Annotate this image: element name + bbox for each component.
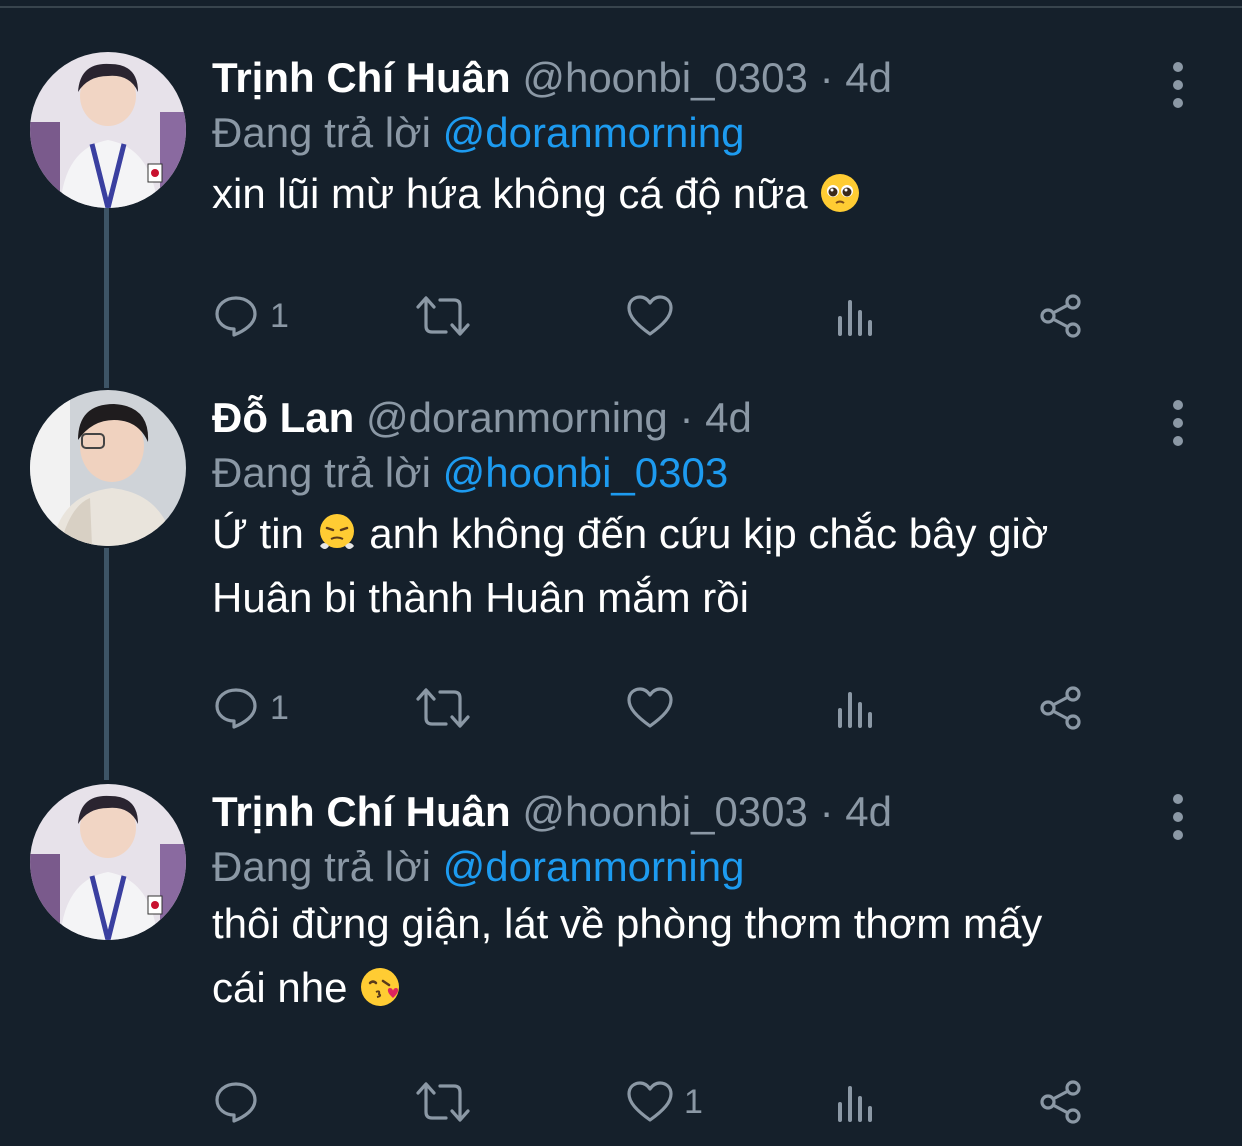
thread-connector [104, 548, 109, 780]
retweet-icon [416, 1082, 470, 1122]
tweet-text: xin lũi mừ hứa không cá độ nữa [212, 162, 1192, 226]
like-button[interactable] [626, 286, 684, 346]
share-icon [1040, 686, 1081, 730]
reply-icon [215, 688, 257, 729]
views-button[interactable] [834, 678, 878, 738]
timestamp[interactable]: 4d [845, 54, 892, 101]
retweet-button[interactable] [416, 678, 470, 738]
reply-button[interactable] [212, 1072, 270, 1132]
heart-icon [627, 295, 673, 336]
retweet-icon [416, 296, 470, 336]
retweet-icon [416, 688, 470, 728]
replying-to: Đang trả lời @hoonbi_0303 [212, 446, 1202, 500]
tweet-text: Ứ tin anh không đến cứu kịp chắc bây giờ… [212, 502, 1192, 630]
share-button[interactable] [1038, 678, 1084, 738]
top-divider [0, 0, 1242, 8]
tweet-actions: 1 [212, 678, 1112, 738]
reply-icon [215, 296, 257, 337]
display-name[interactable]: Đỗ Lan [212, 394, 354, 441]
display-name[interactable]: Trịnh Chí Huân [212, 788, 511, 835]
separator-dot: · [819, 788, 834, 835]
face-with-steam-emoji [319, 514, 354, 549]
heart-icon [627, 687, 673, 728]
thread-connector [104, 208, 109, 388]
tweet-text-line: Huân bi thành Huân mắm rồi [212, 574, 749, 621]
tweet-actions: 1 [212, 1072, 1112, 1132]
tweet-text-segment: anh không đến cứu kịp chắc bây giờ [369, 510, 1049, 557]
mention-link[interactable]: @doranmorning [443, 843, 745, 890]
tweet-header: Đỗ Lan @doranmorning · 4d [212, 390, 1202, 446]
share-icon [1040, 294, 1081, 338]
reply-count: 1 [270, 296, 289, 335]
reply-count: 1 [270, 688, 289, 727]
reply-button[interactable]: 1 [212, 678, 289, 738]
user-handle[interactable]: @hoonbi_0303 [522, 788, 808, 835]
share-button[interactable] [1038, 1072, 1084, 1132]
replying-to: Đang trả lời @doranmorning [212, 106, 1202, 160]
user-handle[interactable]: @hoonbi_0303 [522, 54, 808, 101]
like-button[interactable]: 1 [626, 1072, 703, 1132]
separator-dot: · [819, 54, 834, 101]
tweet-text: thôi đừng giận, lát về phòng thơm thơm m… [212, 892, 1192, 1020]
tweet-header: Trịnh Chí Huân @hoonbi_0303 · 4d [212, 50, 1202, 106]
reply-icon [215, 1082, 257, 1123]
display-name[interactable]: Trịnh Chí Huân [212, 54, 511, 101]
views-icon [838, 300, 872, 336]
share-button[interactable] [1038, 286, 1084, 346]
views-button[interactable] [834, 1072, 878, 1132]
tweet-text-segment: Ứ tin [212, 510, 304, 557]
avatar[interactable] [30, 390, 186, 546]
share-icon [1040, 1080, 1081, 1124]
views-button[interactable] [834, 286, 878, 346]
views-icon [838, 1086, 872, 1122]
replying-to-label: Đang trả lời [212, 449, 431, 496]
mention-link[interactable]: @hoonbi_0303 [443, 449, 729, 496]
face-blowing-kiss-emoji [361, 968, 400, 1006]
timestamp[interactable]: 4d [705, 394, 752, 441]
mention-link[interactable]: @doranmorning [443, 109, 745, 156]
tweet-text-segment: cái nhe [212, 964, 348, 1011]
replying-to: Đang trả lời @doranmorning [212, 840, 1202, 894]
heart-icon [627, 1081, 673, 1122]
more-icon[interactable] [1166, 60, 1190, 116]
avatar[interactable] [30, 784, 186, 940]
retweet-button[interactable] [416, 286, 470, 346]
timestamp[interactable]: 4d [845, 788, 892, 835]
reply-button[interactable]: 1 [212, 286, 289, 346]
user-handle[interactable]: @doranmorning [366, 394, 668, 441]
separator-dot: · [679, 394, 694, 441]
replying-to-label: Đang trả lời [212, 109, 431, 156]
tweet-text-line: Ứ tin anh không đến cứu kịp chắc bây giờ [212, 502, 1192, 566]
like-count: 1 [684, 1082, 703, 1121]
more-icon[interactable] [1166, 398, 1190, 454]
tweet-text-line: thôi đừng giận, lát về phòng thơm thơm m… [212, 900, 1043, 947]
tweet-actions: 1 [212, 286, 1112, 346]
more-icon[interactable] [1166, 792, 1190, 848]
retweet-button[interactable] [416, 1072, 470, 1132]
like-button[interactable] [626, 678, 684, 738]
tweet-text-line: cái nhe [212, 956, 1192, 1020]
pleading-face-emoji [821, 174, 860, 212]
replying-to-label: Đang trả lời [212, 843, 431, 890]
tweet-text-line: xin lũi mừ hứa không cá độ nữa [212, 170, 808, 217]
tweet-header: Trịnh Chí Huân @hoonbi_0303 · 4d [212, 784, 1202, 840]
views-icon [838, 692, 872, 728]
avatar[interactable] [30, 52, 186, 208]
